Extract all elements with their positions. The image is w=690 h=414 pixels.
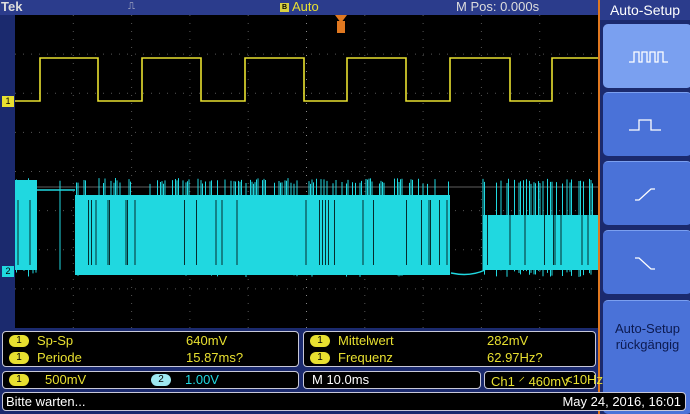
trigger-frequency: <10Hz <box>565 372 603 387</box>
ch1-badge: 1 <box>9 352 29 364</box>
ch2-scale: 1.00V <box>185 372 219 387</box>
date-time: May 24, 2016, 16:01 <box>562 394 681 409</box>
measurement-value: 640mV <box>186 333 228 348</box>
rising-edge-icon <box>635 188 655 201</box>
message-bar: Bitte warten... May 24, 2016, 16:01 <box>2 392 686 411</box>
pulse-icon: ⎍ <box>128 1 135 12</box>
ch1-marker[interactable]: 1 <box>2 96 14 107</box>
measurement-value: 282mV <box>487 333 529 348</box>
measurement-name: Sp-Sp <box>37 333 74 348</box>
ch2-marker[interactable]: 2 <box>2 266 14 277</box>
menu-title: Auto-Setup <box>600 0 690 20</box>
waveform-display <box>15 15 598 328</box>
ch1-badge: 1 <box>9 335 29 347</box>
brand-logo: Tek <box>1 0 23 14</box>
ch1-badge: 1 <box>9 374 29 386</box>
multi-pulse-icon <box>629 51 668 63</box>
ch2-badge: 2 <box>151 374 171 386</box>
measurement-name: Frequenz <box>338 350 393 365</box>
measurement-value: 62.97Hz? <box>487 350 543 365</box>
top-status-bar: Tek ⎍ B Auto M Pos: 0.000s <box>0 0 598 15</box>
auto-setup-multi-cycle-button[interactable] <box>603 24 690 88</box>
measurement-name: Periode <box>37 350 82 365</box>
ch1-scale: 500mV <box>45 372 87 387</box>
measurement-name: Mittelwert <box>338 333 394 348</box>
trigger-box[interactable]: Ch1 ⸍ 460mV <10Hz <box>484 371 603 389</box>
m-position: M Pos: 0.000s <box>456 0 540 14</box>
single-pulse-icon <box>629 119 661 131</box>
measurement-box-right: 1 Mittelwert 282mV 1 Frequenz 62.97Hz? <box>303 331 596 367</box>
status-message: Bitte warten... <box>6 394 86 409</box>
undo-label-1: Auto-Setup <box>614 321 681 336</box>
auto-setup-falling-edge-button[interactable] <box>603 230 690 294</box>
timebase: M 10.0ms <box>312 372 370 387</box>
timebase-box[interactable]: M 10.0ms <box>303 371 481 389</box>
trigger-badge: B <box>280 3 289 12</box>
measurement-value: 15.87ms? <box>186 350 244 365</box>
trigger-level: Ch1 ⸍ 460mV <box>491 374 570 389</box>
auto-setup-single-cycle-button[interactable] <box>603 92 690 156</box>
vertical-scale-box[interactable]: 1 500mV 2 1.00V <box>2 371 299 389</box>
ch1-badge: 1 <box>310 335 330 347</box>
measurement-box-left: 1 Sp-Sp 640mV 1 Periode 15.87ms? <box>2 331 299 367</box>
undo-label-2: rückgängig <box>615 337 680 352</box>
trigger-mode-label: Auto <box>292 0 319 14</box>
auto-setup-rising-edge-button[interactable] <box>603 161 690 225</box>
auto-setup-menu: Auto-Setup Auto-Setup rückgängig <box>598 0 690 414</box>
falling-edge-icon <box>635 257 655 270</box>
trigger-position-marker <box>337 21 345 33</box>
trigger-mode: B Auto <box>280 0 319 14</box>
ch1-badge: 1 <box>310 352 330 364</box>
